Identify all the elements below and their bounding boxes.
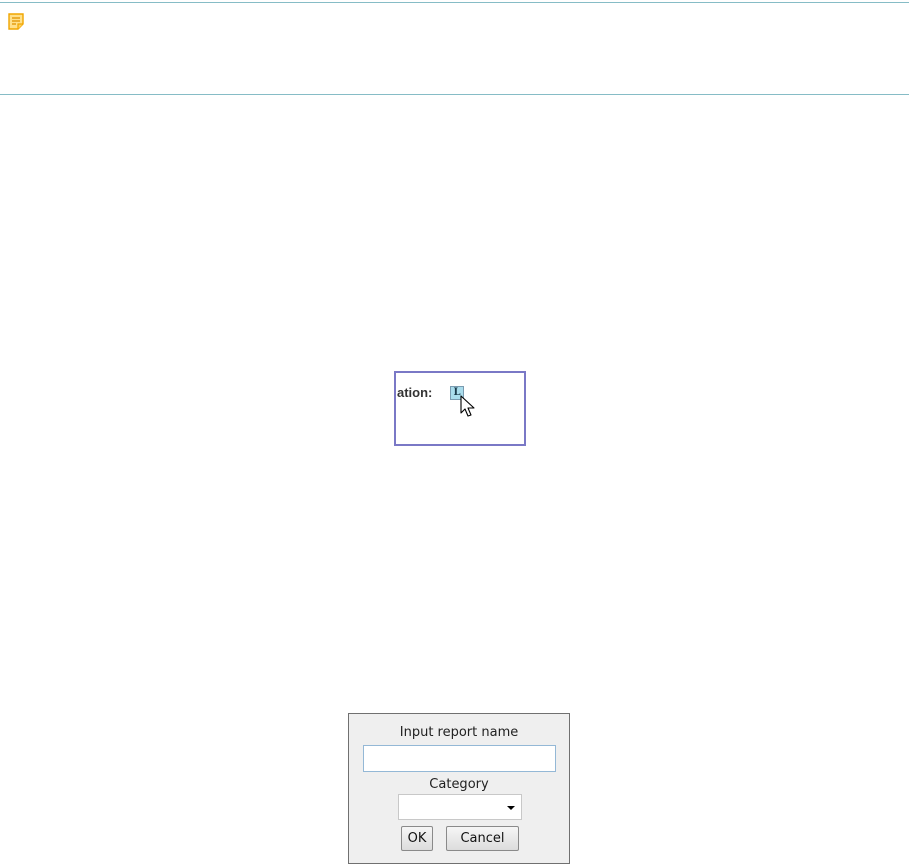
note-icon xyxy=(8,13,24,30)
category-select[interactable] xyxy=(398,794,522,820)
toolbar-screenshot: ation: L xyxy=(394,371,526,446)
chevron-down-icon xyxy=(507,806,515,810)
report-name-input[interactable] xyxy=(363,745,556,772)
note-bottom-divider xyxy=(0,94,909,95)
cancel-button[interactable]: Cancel xyxy=(446,826,519,851)
ok-button[interactable]: OK xyxy=(401,826,433,851)
dialog-title: Input report name xyxy=(399,725,519,740)
report-name-dialog: Input report name Category OK Cancel xyxy=(348,713,570,864)
category-label: Category xyxy=(429,777,489,792)
annotation-label: ation: xyxy=(397,385,433,400)
note-top-divider xyxy=(0,2,909,3)
arrow-cursor-icon xyxy=(460,395,475,417)
